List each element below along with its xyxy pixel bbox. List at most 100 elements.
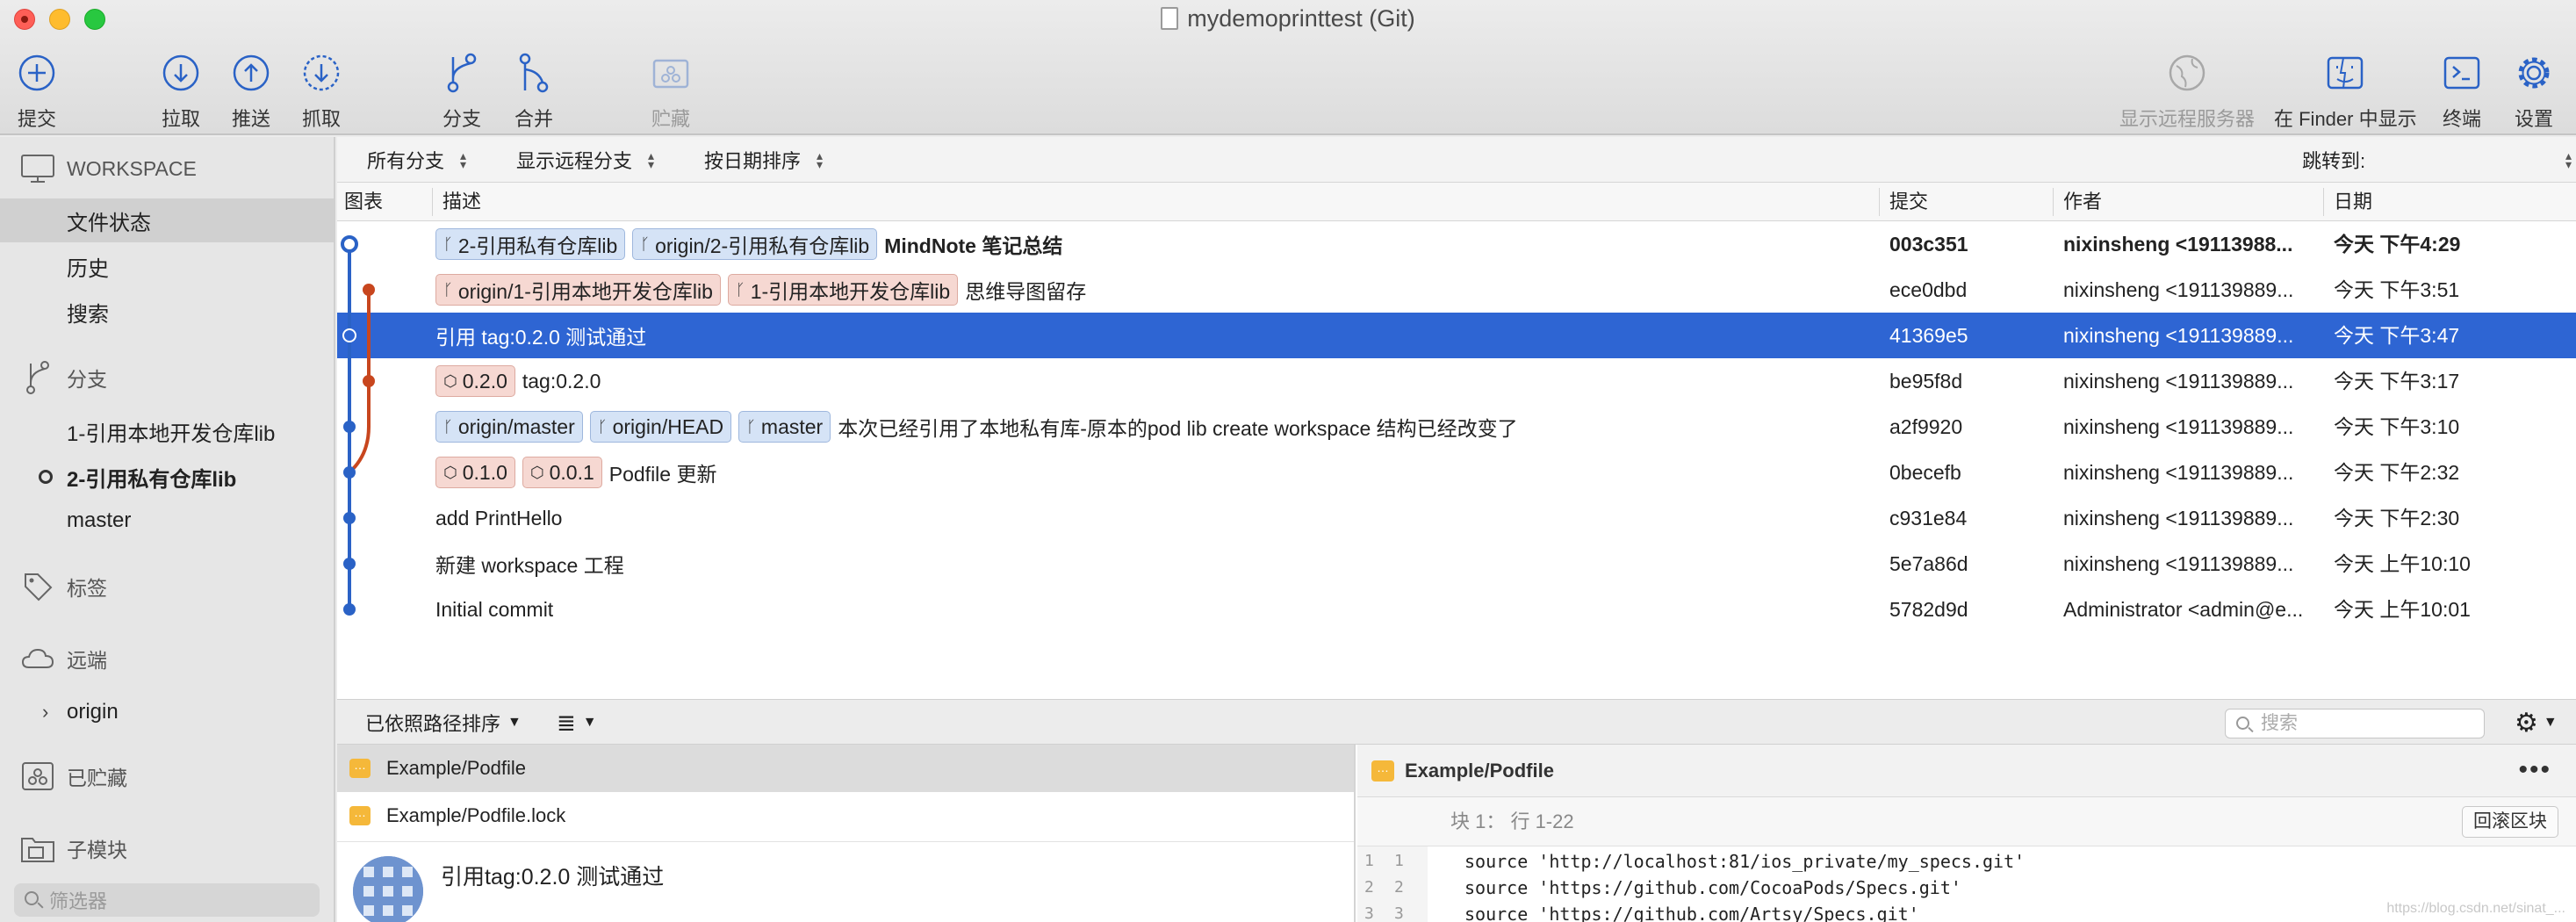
diff-view: … Example/Podfile ••• 块 1： 行 1-22 回滚区块 1…	[1357, 745, 2576, 922]
commit-description: ⬡ 0.2.0 tag:0.2.0	[435, 358, 601, 404]
sidebar-submodules-header[interactable]: 子模块	[19, 831, 127, 866]
sidebar-item-file-status[interactable]: 文件状态	[0, 198, 334, 242]
commit-author: nixinsheng <191139889...	[2063, 552, 2294, 575]
commit-hash: 5782d9d	[1889, 598, 1968, 621]
tag-icon	[19, 571, 56, 602]
show-remote-branches-select[interactable]: 显示远程分支 ▴ ▾	[516, 137, 654, 183]
document-icon	[1161, 7, 1179, 30]
plus-circle-icon	[18, 51, 56, 95]
sidebar-tags-header[interactable]: 标签	[19, 569, 107, 604]
branch-label[interactable]: ᚴ 2-引用私有仓库lib	[435, 228, 626, 260]
branch-label[interactable]: ᚴ origin/master	[435, 411, 583, 443]
branch-label[interactable]: ᚴ 1-引用本地开发仓库lib	[727, 274, 959, 306]
commit-row[interactable]: add PrintHello c931e84 nixinsheng <1911398…	[337, 495, 2576, 541]
col-date[interactable]: 日期	[2327, 183, 2372, 221]
branch-button[interactable]: 分支	[443, 51, 481, 132]
commit-hash: c931e84	[1889, 507, 1968, 529]
sidebar-remote-origin[interactable]: › origin	[0, 690, 334, 734]
folder-icon	[19, 833, 56, 863]
branch-label[interactable]: ᚴ origin/HEAD	[589, 411, 732, 443]
modified-file-icon: …	[349, 806, 371, 825]
commit-row[interactable]: 新建 workspace 工程 5e7a86d nixinsheng <191139…	[337, 541, 2576, 587]
sidebar-branch-2-current[interactable]: 2-引用私有仓库lib	[0, 455, 334, 499]
commit-description: ⬡ 0.1.0 ⬡ 0.0.1 Podfile 更新	[435, 450, 716, 495]
commit-author: nixinsheng <191139889...	[2063, 461, 2294, 484]
view-mode-select[interactable]: ≣ ▼	[557, 700, 597, 746]
pull-button[interactable]: 拉取	[162, 51, 200, 132]
chevron-right-icon[interactable]: ›	[42, 701, 48, 724]
col-description[interactable]: 描述	[435, 183, 481, 221]
terminal-button[interactable]: 终端	[2443, 51, 2481, 132]
commit-message: 引用tag:0.2.0 测试通过	[441, 865, 665, 890]
sidebar-branch-1[interactable]: 1-引用本地开发仓库lib	[0, 409, 334, 453]
show-remote-button[interactable]: 显示远程服务器	[2119, 51, 2255, 132]
commit-message: 引用 tag:0.2.0 测试通过	[435, 326, 647, 349]
gear-icon: ⚙	[2515, 708, 2538, 738]
col-author[interactable]: 作者	[2056, 183, 2102, 221]
tag-label[interactable]: ⬡ 0.0.1	[522, 457, 602, 488]
commit-row[interactable]: Initial commit 5782d9d Administrator <admi…	[337, 587, 2576, 632]
chevron-down-icon: ▼	[507, 715, 522, 730]
sort-by-path-select[interactable]: 已依照路径排序 ▼	[365, 700, 522, 746]
file-item[interactable]: … Example/Podfile	[337, 745, 1354, 792]
commit-author: Administrator <admin@e...	[2063, 598, 2304, 621]
branch-icon: ᚴ	[443, 280, 453, 299]
commit-row[interactable]: ᚴ 2-引用私有仓库lib ᚴ origin/2-引用私有仓库lib MindNote …	[337, 221, 2576, 267]
branch-label[interactable]: ᚴ origin/1-引用本地开发仓库lib	[435, 274, 721, 306]
commit-row[interactable]: ⬡ 0.2.0 tag:0.2.0 be95f8d nixinsheng <191139…	[337, 358, 2576, 404]
sidebar-remotes-header[interactable]: 远端	[19, 641, 107, 676]
diff-line: 2 2 source 'https://github.com/CocoaPods/S…	[1364, 877, 1961, 898]
monitor-icon	[19, 154, 56, 184]
tag-icon: ⬡	[443, 463, 457, 481]
sidebar-item-search[interactable]: 搜索	[0, 290, 334, 334]
sidebar-stashes-header[interactable]: 已贮藏	[19, 759, 127, 794]
file-search-input[interactable]: 搜索	[2225, 709, 2485, 738]
commit-table-header: 图表 描述 提交 作者 日期	[337, 183, 2576, 221]
commit-description: add PrintHello	[435, 495, 562, 541]
modified-file-icon: …	[349, 759, 371, 778]
commit-row[interactable]: ᚴ origin/1-引用本地开发仓库lib ᚴ 1-引用本地开发仓库lib 思维导图留…	[337, 267, 2576, 313]
sidebar-filter-input[interactable]: 筛选器	[14, 883, 320, 917]
merge-button[interactable]: 合并	[514, 51, 553, 132]
settings-button[interactable]: 设置	[2515, 51, 2553, 132]
window-toolbar: mydemoprinttest (Git) 提交 拉取 推送 抓取 分支 合并 …	[0, 0, 2576, 135]
file-item[interactable]: … Example/Podfile.lock	[337, 792, 1354, 839]
commit-row[interactable]: ⬡ 0.1.0 ⬡ 0.0.1 Podfile 更新 0becefb nixinsheng …	[337, 450, 2576, 495]
commit-hash: 5e7a86d	[1889, 552, 1968, 575]
commit-date: 今天 下午2:30	[2334, 507, 2460, 529]
arrow-down-circle-icon	[162, 51, 200, 95]
updown-icon: ▴ ▾	[2565, 148, 2572, 171]
revert-hunk-button[interactable]: 回滚区块	[2462, 806, 2558, 838]
branch-label[interactable]: ᚴ origin/2-引用私有仓库lib	[632, 228, 878, 260]
show-in-finder-button[interactable]: 在 Finder 中显示	[2274, 51, 2417, 132]
sidebar-branches-header[interactable]: 分支	[19, 360, 107, 395]
gear-icon	[2515, 51, 2553, 95]
tag-icon: ⬡	[529, 463, 544, 481]
file-actions-menu[interactable]: ⚙ ▼	[2515, 700, 2558, 746]
commit-author: nixinsheng <191139889...	[2063, 324, 2294, 347]
main-panel: 所有分支 ▴ ▾ 显示远程分支 ▴ ▾ 按日期排序 ▴ ▾ 跳转到: ▴ ▾ 图表 描述 提交…	[337, 137, 2576, 922]
commit-button[interactable]: 提交	[18, 51, 56, 132]
chevron-down-icon: ▼	[582, 715, 597, 730]
graph-commit-dot	[363, 375, 375, 387]
sidebar-item-history[interactable]: 历史	[0, 244, 334, 288]
commit-detail: 引用tag:0.2.0 测试通过	[337, 841, 1354, 922]
commit-description: ᚴ origin/1-引用本地开发仓库lib ᚴ 1-引用本地开发仓库lib 思维导图留…	[435, 267, 1086, 313]
more-options-icon[interactable]: •••	[2518, 755, 2551, 785]
branch-icon	[19, 360, 56, 395]
commit-row[interactable]: 引用 tag:0.2.0 测试通过 41369e5 nixinsheng <1911…	[337, 313, 2576, 358]
commit-row[interactable]: ᚴ origin/master ᚴ origin/HEAD ᚴ master 本次已经引用了…	[337, 404, 2576, 450]
commit-message: Initial commit	[435, 597, 554, 621]
tag-label[interactable]: ⬡ 0.1.0	[435, 457, 515, 488]
jump-to-select[interactable]: ▴ ▾	[2550, 137, 2572, 183]
terminal-icon	[2443, 51, 2481, 95]
sort-by-date-select[interactable]: 按日期排序 ▴ ▾	[704, 137, 823, 183]
branch-label[interactable]: ᚴ master	[738, 411, 831, 443]
commit-message: 新建 workspace 工程	[435, 554, 624, 577]
push-button[interactable]: 推送	[232, 51, 270, 132]
stash-button[interactable]: 贮藏	[651, 51, 690, 132]
fetch-button[interactable]: 抓取	[302, 51, 341, 132]
tag-label[interactable]: ⬡ 0.2.0	[435, 365, 515, 397]
col-commit[interactable]: 提交	[1882, 183, 1928, 221]
sidebar-branch-master[interactable]: master	[0, 499, 334, 543]
